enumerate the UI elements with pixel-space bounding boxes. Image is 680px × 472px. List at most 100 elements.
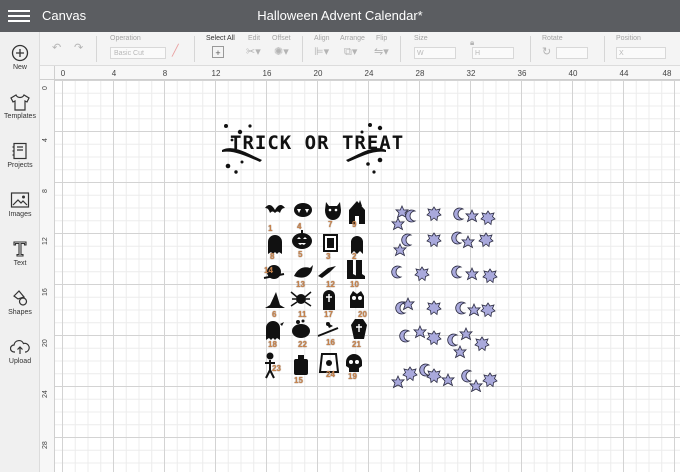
day-number: 15	[294, 376, 303, 385]
sidebar-item-label: New	[12, 64, 27, 71]
size-group: Size	[414, 35, 428, 44]
potion-bottle-icon	[294, 355, 308, 375]
ruler-tick: 40	[568, 69, 578, 78]
ruler-tick: 16	[42, 288, 49, 296]
calendar-item[interactable]: 16	[316, 318, 340, 347]
calendar-item[interactable]: 23	[262, 352, 286, 379]
flip-label: Flip	[376, 35, 388, 42]
spellbook-icon	[323, 234, 338, 252]
operation-group: Operation	[110, 35, 141, 44]
stars-and-moons-decoration[interactable]	[390, 204, 502, 392]
calendar-item[interactable]: 2	[346, 232, 370, 261]
day-number: 3	[326, 252, 331, 261]
flip-icon[interactable]: ⇋▾	[374, 46, 389, 58]
calendar-item[interactable]: 1	[264, 200, 288, 233]
align-label: Align	[314, 35, 330, 42]
calendar-item[interactable]: 14	[262, 262, 286, 286]
edit-scissors-icon[interactable]: ✂▾	[246, 46, 261, 58]
rotate-input[interactable]	[556, 47, 588, 59]
rotate-group: Rotate	[542, 35, 563, 44]
ruler-tick: 20	[313, 69, 323, 78]
pumpkin-icon	[292, 230, 312, 249]
day-number: 23	[272, 364, 281, 373]
operation-select[interactable]: Basic Cut	[110, 47, 166, 59]
sidebar-item-new[interactable]: New	[0, 44, 40, 84]
ruler-tick: 8	[162, 69, 168, 78]
calendar-item[interactable]: 3	[320, 232, 344, 261]
position-label: Position	[616, 35, 641, 42]
day-number: 22	[298, 340, 307, 349]
calendar-item[interactable]: 20	[346, 288, 370, 319]
witch-boots-icon	[347, 260, 365, 279]
haunted-house-icon	[349, 200, 365, 224]
rotate-icon[interactable]: ↻	[542, 46, 551, 58]
calendar-item[interactable]: 17	[318, 288, 342, 319]
day-number: 8	[270, 252, 275, 261]
arrange-group: Arrange	[340, 35, 365, 44]
redo-icon[interactable]: ↷	[74, 42, 83, 54]
calendar-item[interactable]: 9	[346, 198, 370, 229]
day-number: 7	[328, 220, 333, 229]
operation-label: Operation	[110, 35, 141, 42]
plus-icon	[11, 44, 29, 62]
spider-icon	[290, 291, 312, 307]
tombstone-cross-icon	[323, 290, 335, 310]
calendar-item[interactable]: 5	[290, 228, 314, 259]
crow-icon	[294, 265, 313, 278]
select-all-label: Select All	[206, 35, 235, 42]
arrange-label: Arrange	[340, 35, 365, 42]
position-x-input[interactable]: X	[616, 47, 666, 59]
calendar-item[interactable]: 7	[322, 198, 346, 229]
text-icon	[13, 241, 27, 257]
sidebar-item-templates[interactable]: Templates	[0, 93, 40, 133]
calendar-item[interactable]: 13	[292, 262, 316, 289]
size-width-input[interactable]: W	[414, 47, 456, 59]
offset-icon[interactable]: ✺▾	[274, 46, 289, 58]
calendar-item[interactable]: 11	[290, 288, 314, 319]
sidebar-item-images[interactable]: Images	[0, 191, 40, 231]
select-all-icon[interactable]: +	[212, 46, 224, 58]
ruler-tick: 28	[42, 441, 49, 449]
sidebar-item-text[interactable]: Text	[0, 240, 40, 280]
rotate-label: Rotate	[542, 35, 563, 42]
calendar-item[interactable]: 24	[318, 352, 342, 379]
align-group: Align	[314, 35, 330, 44]
owl-icon	[350, 291, 364, 308]
calendar-item[interactable]: 4	[292, 200, 316, 231]
calendar-item[interactable]: 6	[264, 290, 288, 319]
ruler-tick: 48	[662, 69, 672, 78]
undo-icon[interactable]: ↶	[52, 42, 61, 54]
ruler-tick: 4	[111, 69, 117, 78]
sidebar-item-projects[interactable]: Projects	[0, 142, 40, 182]
flip-group: Flip	[376, 35, 387, 44]
arrange-icon[interactable]: ⧉▾	[344, 46, 357, 58]
ruler-tick: 44	[619, 69, 629, 78]
calendar-item[interactable]: 12	[316, 262, 340, 289]
calendar-item[interactable]: 8	[264, 232, 288, 261]
projects-icon	[12, 142, 27, 160]
calendar-item[interactable]: 18	[262, 318, 286, 349]
align-icon[interactable]: ⊫▾	[314, 46, 329, 58]
sidebar-item-upload[interactable]: Upload	[0, 338, 40, 378]
ruler-tick: 16	[262, 69, 272, 78]
vampire-mouth-icon	[294, 203, 312, 217]
calendar-item[interactable]: 21	[350, 318, 374, 349]
ruler-tick: 8	[42, 189, 49, 193]
sidebar-item-shapes[interactable]: Shapes	[0, 289, 40, 329]
linetype-swatch-icon[interactable]: ╱	[172, 45, 179, 57]
ruler-tick: 0	[60, 69, 66, 78]
day-number: 14	[264, 266, 273, 275]
edit-label: Edit	[248, 35, 261, 42]
calendar-item[interactable]: 15	[292, 354, 316, 385]
ruler-tick: 12	[211, 69, 221, 78]
ruler-tick: 4	[42, 138, 49, 142]
bone-hand-icon	[318, 266, 336, 278]
calendar-item[interactable]: 22	[290, 318, 314, 349]
trick-or-treat-text: TRICK OR TREAT	[230, 132, 405, 154]
ruler-tick: 36	[517, 69, 527, 78]
calendar-item[interactable]: 19	[344, 352, 368, 381]
image-icon	[10, 192, 30, 208]
size-height-input[interactable]: H	[472, 47, 514, 59]
calendar-item[interactable]: 10	[344, 258, 368, 289]
document-title: Halloween Advent Calendar*	[257, 8, 423, 23]
